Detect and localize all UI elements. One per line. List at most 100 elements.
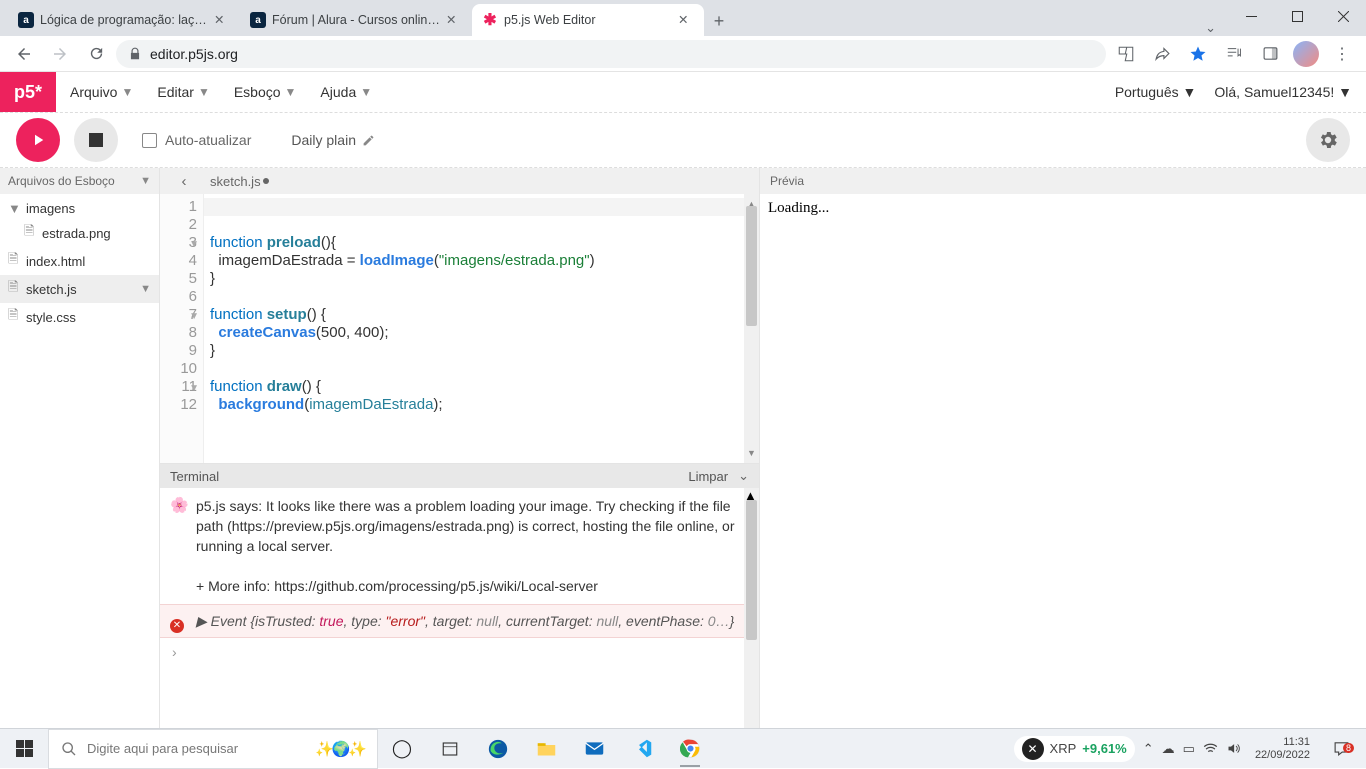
taskbar-clock[interactable]: 11:31 22/09/2022 [1249,736,1316,762]
vscode-app[interactable] [618,729,666,769]
tray-chevron-up-icon[interactable]: ⌃ [1143,741,1154,757]
error-icon: ✕ [170,619,184,633]
onedrive-icon[interactable]: ☁ [1162,741,1175,757]
terminal-panel: Terminal Limpar ⌄ 🌸 p5.js says: It looks… [160,463,759,728]
user-menu[interactable]: Olá, Samuel12345! ▼ [1214,84,1352,100]
p5-editor-root: p5* Arquivo▼ Editar▼ Esboço▼ Ajuda▼ Port… [0,72,1366,728]
lock-icon [128,47,142,61]
wifi-icon[interactable] [1203,741,1218,756]
sidebar-file-index[interactable]: 🗎index.html [0,247,159,275]
scroll-thumb[interactable] [746,500,757,640]
tab-title: Lógica de programação: laços e l [40,13,208,27]
maximize-button[interactable] [1274,0,1320,32]
stop-button[interactable] [74,118,118,162]
taskview-button[interactable]: ◯ [378,729,426,769]
back-button[interactable] [8,38,40,70]
url-host: editor.p5js.org [150,46,238,62]
cortana-button[interactable] [426,729,474,769]
start-button[interactable] [0,729,48,769]
notifications-button[interactable]: 8 [1324,740,1358,757]
alura-favicon-icon: a [18,12,34,28]
share-icon[interactable] [1146,38,1178,70]
ticker-widget[interactable]: ✕ XRP +9,61% [1014,736,1135,762]
tabs-dropdown-icon[interactable]: ⌄ [1205,20,1216,36]
explorer-app[interactable] [522,729,570,769]
line-gutter: 12 3▼ 456 7▼ 8910 11▼ 12 [160,194,204,463]
search-decorations-icon: ✨🌍✨ [315,740,365,758]
menu-arquivo[interactable]: Arquivo▼ [70,84,133,100]
file-icon: 🗎 [8,306,20,328]
edge-app[interactable] [474,729,522,769]
sidebar-file-style[interactable]: 🗎style.css [0,303,159,331]
code-text[interactable]: let imagemDaEstrada; function preload(){… [204,194,759,463]
kebab-menu-icon[interactable]: ⋮ [1326,38,1358,70]
minimize-button[interactable] [1228,0,1274,32]
scroll-thumb[interactable] [746,206,757,326]
xrp-icon: ✕ [1022,738,1044,760]
menu-esboco[interactable]: Esboço▼ [234,84,297,100]
sidebar-file-estrada[interactable]: 🗎estrada.png [0,219,159,247]
browser-tabstrip: a Lógica de programação: laços e l ✕ a F… [0,0,1366,36]
reload-button[interactable] [80,38,112,70]
language-selector[interactable]: Português ▼ [1115,84,1197,100]
battery-icon[interactable]: ▭ [1183,741,1195,757]
close-icon[interactable]: ✕ [214,12,230,28]
volume-icon[interactable] [1226,741,1241,756]
p5-favicon-icon: ✱ [482,12,498,28]
checkbox-icon[interactable] [142,133,157,148]
translate-icon[interactable] [1110,38,1142,70]
chevron-down-icon[interactable]: ⌄ [738,468,749,484]
taskbar-search[interactable]: Digite aqui para pesquisar ✨🌍✨ [48,729,378,769]
modified-indicator-icon [263,178,269,184]
sidepanel-icon[interactable] [1254,38,1286,70]
chrome-app[interactable] [666,729,714,769]
omnibox[interactable]: editor.p5js.org [116,40,1106,68]
windows-taskbar: Digite aqui para pesquisar ✨🌍✨ ◯ ✕ XRP +… [0,728,1366,768]
chevron-down-icon: ▼ [1183,84,1197,100]
sidebar-file-sketch[interactable]: 🗎sketch.js▼ [0,275,159,303]
auto-refresh-toggle[interactable]: Auto-atualizar [142,132,251,148]
chevron-down-icon[interactable]: ▼ [140,283,151,295]
sketch-name[interactable]: Daily plain [291,132,375,148]
browser-tab-2[interactable]: ✱ p5.js Web Editor ✕ [472,4,704,36]
menu-editar[interactable]: Editar▼ [157,84,209,100]
terminal-scrollbar[interactable]: ▲ ▼ [744,488,759,728]
p5-menubar: p5* Arquivo▼ Editar▼ Esboço▼ Ajuda▼ Port… [0,72,1366,112]
chevron-down-icon[interactable]: ▼ [140,175,151,187]
console-prompt[interactable]: › [160,638,759,666]
console-error: ✕ ▶ Event {isTrusted: true, type: "error… [160,604,759,638]
editor-scrollbar[interactable]: ▲ ▼ [744,194,759,463]
chevron-down-icon: ▼ [285,85,297,99]
scroll-down-icon[interactable]: ▼ [744,444,759,462]
close-icon[interactable]: ✕ [678,12,694,28]
folder-open-icon: ▼ [8,201,20,216]
forward-button[interactable] [44,38,76,70]
search-placeholder: Digite aqui para pesquisar [87,741,238,756]
menu-ajuda[interactable]: Ajuda▼ [320,84,372,100]
browser-tab-1[interactable]: a Fórum | Alura - Cursos online de ✕ [240,4,472,36]
close-window-button[interactable] [1320,0,1366,32]
clear-console-button[interactable]: Limpar [688,469,728,484]
profile-avatar[interactable] [1290,38,1322,70]
new-tab-button[interactable]: + [704,6,734,36]
mail-app[interactable] [570,729,618,769]
file-icon: 🗎 [24,222,36,244]
file-sidebar: Arquivos do Esboço ▼ ▼imagens 🗎estrada.p… [0,168,160,728]
reading-list-icon[interactable] [1218,38,1250,70]
bookmark-icon[interactable] [1182,38,1214,70]
code-editor[interactable]: 12 3▼ 456 7▼ 8910 11▼ 12 let imagemDaEst… [160,194,759,463]
terminal-body[interactable]: 🌸 p5.js says: It looks like there was a … [160,488,759,728]
collapse-sidebar-button[interactable]: ‹ [170,168,198,194]
terminal-header: Terminal Limpar ⌄ [160,464,759,488]
gear-icon [1317,129,1339,151]
auto-refresh-label: Auto-atualizar [165,132,251,148]
sidebar-folder-imagens[interactable]: ▼imagens [0,198,159,219]
settings-button[interactable] [1306,118,1350,162]
browser-tab-0[interactable]: a Lógica de programação: laços e l ✕ [8,4,240,36]
open-file-tab[interactable]: sketch.js [210,174,269,189]
close-icon[interactable]: ✕ [446,12,462,28]
p5-logo[interactable]: p5* [0,72,56,112]
play-button[interactable] [16,118,60,162]
chevron-down-icon: ▼ [360,85,372,99]
preview-header: Prévia [760,168,1366,194]
